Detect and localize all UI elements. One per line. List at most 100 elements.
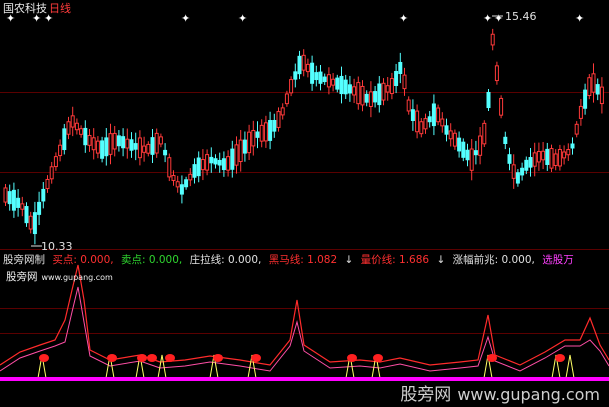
candle-body <box>188 173 193 181</box>
site-url: www.gupang.com <box>41 273 113 282</box>
candle-body <box>276 111 281 128</box>
candle-body <box>549 148 554 169</box>
candle-body <box>121 136 126 149</box>
candle-body <box>499 97 504 116</box>
candle-body <box>511 164 516 179</box>
candle-body <box>95 140 100 154</box>
candle-body <box>465 149 470 161</box>
candle-body <box>578 105 583 119</box>
candle-body <box>566 149 571 156</box>
signal-dot <box>107 354 117 362</box>
candle-body <box>427 116 432 123</box>
candle-body <box>503 136 508 144</box>
candle-body <box>352 86 357 96</box>
watermark-name: 股旁网 <box>400 385 452 405</box>
signal-dot <box>347 354 357 362</box>
candle-body <box>364 93 369 103</box>
indicator-bar: 股旁网制 买点: 0.000, 卖点: 0.000, 庄拉线: 0.000, 黑… <box>3 252 578 267</box>
indicator-liangjia: 量价线: 1.686 <box>360 254 430 266</box>
stock-chart-canvas[interactable]: ✦ ✦ ✦ ✦ ✦ ✦ ✦ ✦ ✦ 15.46 10.33 <box>0 0 609 407</box>
signal-dot <box>555 354 565 362</box>
candle-body <box>599 86 604 105</box>
signal-dot <box>487 354 497 362</box>
candle-body <box>137 137 142 159</box>
candle-body <box>587 77 592 96</box>
watermark-url: www.gupang.com <box>457 385 600 404</box>
candle-body <box>205 154 210 171</box>
candle-body <box>133 143 138 150</box>
indicator-sell: 卖点: 0.000, <box>120 254 183 266</box>
candle-body <box>331 78 336 86</box>
down-arrow-icon: ↓ <box>344 254 354 266</box>
candle-body <box>91 137 96 151</box>
candle-body <box>507 154 512 164</box>
candle-body <box>280 107 285 116</box>
spike-mark <box>565 354 575 379</box>
candle-body <box>373 91 378 103</box>
candle-body <box>541 150 546 161</box>
watermark: 股旁网 www.gupang.com <box>400 380 600 405</box>
candle-body <box>32 212 37 235</box>
candle-body <box>175 181 180 188</box>
star-icon: ✦ <box>181 12 190 25</box>
candle-body <box>583 89 588 109</box>
signal-dot <box>251 354 261 362</box>
horizontal-grid <box>0 92 609 334</box>
candle-body <box>66 121 71 135</box>
stock-name: 国农科技 <box>3 2 47 15</box>
candle-body <box>440 118 445 127</box>
candle-body <box>494 65 499 82</box>
indicator-buy: 买点: 0.000, <box>52 254 114 266</box>
candle-body <box>49 166 54 180</box>
candle-body <box>268 120 273 141</box>
candle-body <box>213 158 218 165</box>
star-icon: ✦ <box>238 12 247 25</box>
candle-body <box>536 151 541 163</box>
signal-dot <box>213 354 223 362</box>
candle-body <box>284 93 289 105</box>
candle-body <box>179 184 184 195</box>
candle-body <box>217 159 222 166</box>
candle-body <box>301 54 306 71</box>
candle-body <box>339 75 344 95</box>
indicator-heima: 黑马线: 1.082 <box>268 254 338 266</box>
candle-body <box>335 77 340 90</box>
candle-body <box>83 127 88 146</box>
candle-body <box>62 128 67 151</box>
candle-body <box>389 78 394 95</box>
candle-body <box>129 139 134 151</box>
candle-body <box>381 82 386 101</box>
candle-body <box>16 197 21 208</box>
event-markers: ✦ ✦ ✦ ✦ ✦ ✦ ✦ ✦ ✦ <box>6 12 584 25</box>
candle-body <box>28 215 33 230</box>
candle-body <box>360 85 365 106</box>
candle-body <box>574 123 579 135</box>
candle-body <box>515 172 520 184</box>
star-icon: ✦ <box>575 12 584 25</box>
candle-body <box>70 115 75 128</box>
candle-body <box>293 71 298 80</box>
candle-body <box>37 201 42 215</box>
candle-body <box>532 152 537 167</box>
candle-body <box>100 140 105 159</box>
candle-body <box>318 71 323 84</box>
candle-body <box>108 133 113 155</box>
candle-body <box>402 74 407 90</box>
candle-body <box>528 157 533 168</box>
candle-body <box>444 125 449 135</box>
candle-body <box>242 139 247 154</box>
candle-body <box>259 124 264 142</box>
indicator-select: 选股万 <box>542 254 574 266</box>
candle-body <box>221 158 226 171</box>
candle-body <box>431 103 436 127</box>
candle-body <box>154 132 159 154</box>
spike-mark <box>157 354 167 379</box>
candle-body <box>562 151 567 159</box>
star-icon: ✦ <box>494 12 503 25</box>
candlestick-series <box>3 28 604 245</box>
candle-body <box>557 148 562 167</box>
candle-body <box>482 122 487 145</box>
pink-line <box>0 286 609 372</box>
signal-dot <box>39 354 49 362</box>
candle-body <box>419 121 424 135</box>
